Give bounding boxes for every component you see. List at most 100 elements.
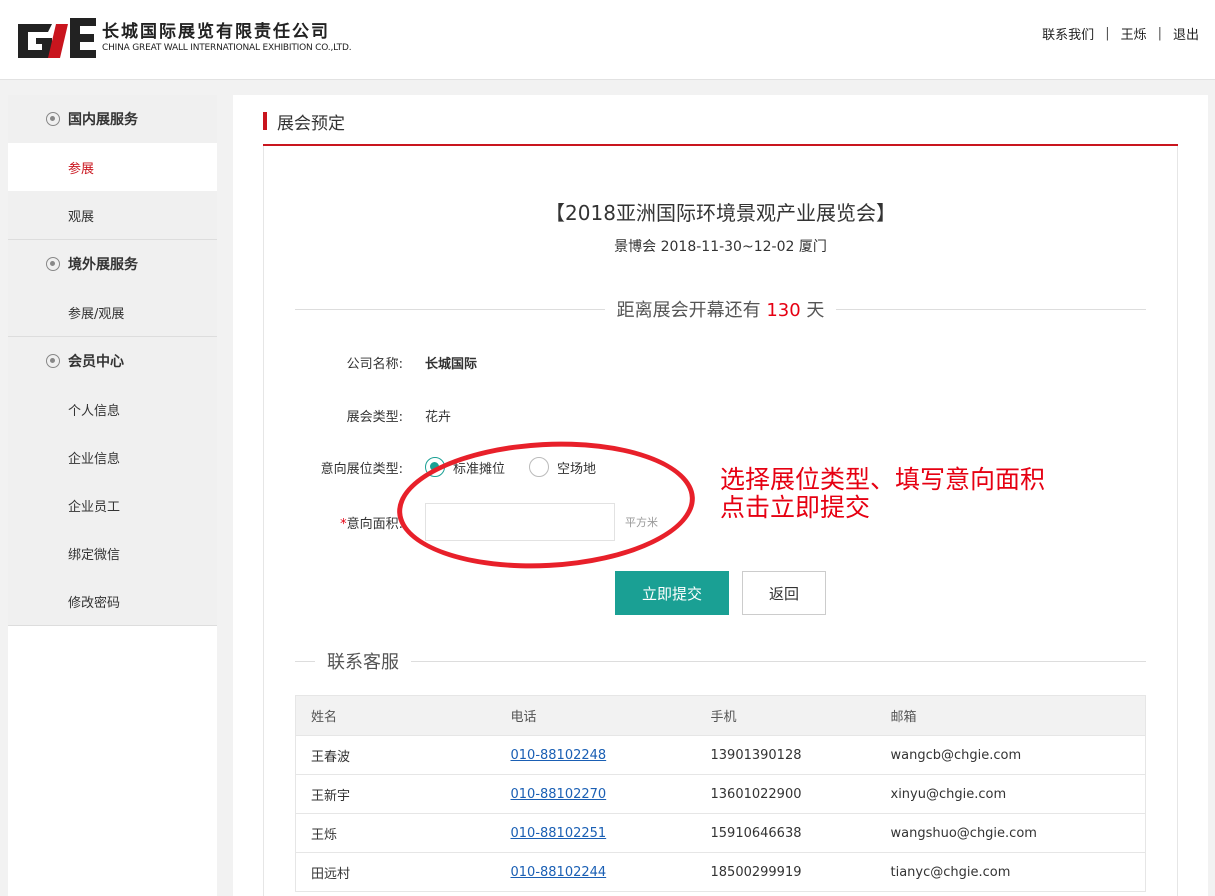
submit-button[interactable]: 立即提交	[615, 571, 729, 615]
sidebar-item-employees[interactable]: 企业员工	[8, 481, 217, 529]
contact-section-title: 联系客服	[327, 652, 399, 673]
area-row: *意向面积: 平方米	[293, 503, 658, 541]
contact-mobile: 15910646638	[695, 813, 876, 853]
radio-label: 标准摊位	[453, 461, 506, 477]
contact-phone-link[interactable]: 010-88102244	[511, 865, 607, 880]
annotation-line-1: 选择展位类型、填写意向面积	[720, 465, 1046, 494]
contact-email: wangcb@chgie.com	[875, 735, 1146, 775]
radio-checked-icon	[425, 457, 445, 477]
table-row: 王春波 010-88102248 13901390128 wangcb@chgi…	[295, 735, 1146, 775]
sidebar-group-header[interactable]: 国内展服务	[8, 95, 217, 143]
sidebar-group-domestic: 国内展服务 参展 观展	[8, 95, 217, 240]
contact-name: 王烁	[295, 813, 496, 853]
sidebar-item-exhibit[interactable]: 参展	[8, 143, 217, 191]
back-button[interactable]: 返回	[742, 571, 826, 615]
radio-standard-booth[interactable]: 标准摊位	[425, 457, 505, 477]
radio-dot-icon	[46, 112, 60, 126]
contact-name: 田远村	[295, 852, 496, 892]
link-separator: |	[1105, 26, 1110, 41]
contact-us-link[interactable]: 联系我们	[1042, 24, 1094, 43]
sidebar-item-exhibit-visit[interactable]: 参展/观展	[8, 288, 217, 336]
sidebar-item-bind-wechat[interactable]: 绑定微信	[8, 529, 217, 577]
sidebar-filler	[8, 626, 217, 896]
countdown-days: 130	[766, 300, 801, 321]
company-label: 公司名称:	[346, 357, 403, 372]
sidebar-item-change-password[interactable]: 修改密码	[8, 577, 217, 625]
booth-type-radios: 标准摊位 空场地	[425, 457, 596, 477]
sidebar-group-title: 会员中心	[68, 354, 124, 370]
page-header: 长城国际展览有限责任公司 CHINA GREAT WALL INTERNATIO…	[0, 0, 1215, 80]
radio-dot-icon	[46, 354, 60, 368]
countdown-suffix: 天	[806, 300, 825, 321]
area-label: *意向面积:	[293, 513, 403, 532]
sidebar-item-visit[interactable]: 观展	[8, 191, 217, 239]
booth-type-row: 意向展位类型: 标准摊位 空场地	[293, 457, 596, 477]
column-header-name: 姓名	[295, 695, 496, 736]
company-logo[interactable]: 长城国际展览有限责任公司 CHINA GREAT WALL INTERNATIO…	[18, 16, 352, 60]
column-header-mobile: 手机	[695, 695, 876, 736]
logo-chinese-name: 长城国际展览有限责任公司	[102, 22, 330, 42]
sidebar-item-company-info[interactable]: 企业信息	[8, 433, 217, 481]
annotation-line-2: 点击立即提交	[720, 493, 871, 522]
table-header-row: 姓名 电话 手机 邮箱	[295, 695, 1146, 736]
sidebar-group-header[interactable]: 境外展服务	[8, 240, 217, 288]
divider	[295, 660, 315, 662]
countdown-text: 距离展会开幕还有 130 天	[605, 296, 837, 322]
radio-dot-icon	[46, 257, 60, 271]
sidebar: 国内展服务 参展 观展 境外展服务 参展/观展 会员中心 个人信息 企业信息 企…	[8, 95, 217, 896]
contacts-table: 姓名 电话 手机 邮箱 王春波 010-88102248 13901390128…	[295, 695, 1146, 892]
contact-name: 王新宇	[295, 774, 496, 814]
radio-label: 空场地	[557, 461, 597, 477]
radio-raw-space[interactable]: 空场地	[529, 457, 596, 477]
company-value: 长城国际	[425, 357, 478, 372]
expo-type-row: 展会类型: 花卉	[293, 406, 451, 425]
annotation-text: 选择展位类型、填写意向面积 点击立即提交	[720, 466, 1045, 522]
area-unit: 平方米	[625, 516, 658, 529]
contact-mobile: 18500299919	[695, 852, 876, 892]
table-row: 王新宇 010-88102270 13601022900 xinyu@chgie…	[295, 774, 1146, 814]
contact-email: xinyu@chgie.com	[875, 774, 1146, 814]
expo-subtitle: 景博会 2018-11-30~12-02 厦门	[614, 239, 827, 255]
contact-email: wangshuo@chgie.com	[875, 813, 1146, 853]
contact-section-header: 联系客服	[295, 649, 1146, 673]
table-row: 田远村 010-88102244 18500299919 tianyc@chgi…	[295, 852, 1146, 892]
sidebar-group-member: 会员中心 个人信息 企业信息 企业员工 绑定微信 修改密码	[8, 337, 217, 626]
radio-unchecked-icon	[529, 457, 550, 477]
sidebar-item-personal-info[interactable]: 个人信息	[8, 385, 217, 433]
booth-type-label: 意向展位类型:	[320, 461, 403, 477]
divider	[836, 308, 1147, 310]
top-nav-links: 联系我们 | 王烁 | 退出	[1042, 24, 1199, 43]
logo-english-name: CHINA GREAT WALL INTERNATIONAL EXHIBITIO…	[102, 43, 352, 53]
table-row: 王烁 010-88102251 15910646638 wangshuo@chg…	[295, 813, 1146, 853]
company-row: 公司名称: 长城国际	[293, 353, 477, 372]
contact-mobile: 13601022900	[695, 774, 876, 814]
sidebar-group-title: 境外展服务	[68, 257, 138, 273]
link-separator: |	[1157, 26, 1162, 41]
countdown-banner: 距离展会开幕还有 130 天	[295, 296, 1147, 322]
divider	[411, 660, 1146, 662]
username-link[interactable]: 王烁	[1121, 24, 1147, 43]
contact-phone-link[interactable]: 010-88102270	[511, 787, 607, 802]
logout-link[interactable]: 退出	[1173, 24, 1199, 43]
contact-phone-link[interactable]: 010-88102251	[511, 826, 607, 841]
divider	[295, 308, 605, 310]
expo-title: 【2018亚洲国际环境景观产业展览会】	[545, 201, 896, 225]
area-input[interactable]	[425, 503, 615, 541]
column-header-phone: 电话	[495, 695, 696, 736]
title-accent-bar	[263, 112, 267, 130]
column-header-email: 邮箱	[875, 695, 1146, 736]
contact-phone-link[interactable]: 010-88102248	[511, 748, 607, 763]
expo-type-value: 花卉	[425, 410, 452, 425]
contact-name: 王春波	[295, 735, 496, 775]
sidebar-group-title: 国内展服务	[68, 112, 138, 128]
countdown-prefix: 距离展会开幕还有	[616, 300, 761, 321]
contact-mobile: 13901390128	[695, 735, 876, 775]
panel-title: 展会预定	[263, 109, 345, 134]
contact-email: tianyc@chgie.com	[875, 852, 1146, 892]
ge-logo-icon	[18, 18, 96, 58]
area-label-text: 意向面积:	[346, 516, 403, 532]
sidebar-group-overseas: 境外展服务 参展/观展	[8, 240, 217, 337]
expo-type-label: 展会类型:	[346, 410, 403, 425]
sidebar-group-header[interactable]: 会员中心	[8, 337, 217, 385]
panel-title-text: 展会预定	[277, 113, 345, 134]
